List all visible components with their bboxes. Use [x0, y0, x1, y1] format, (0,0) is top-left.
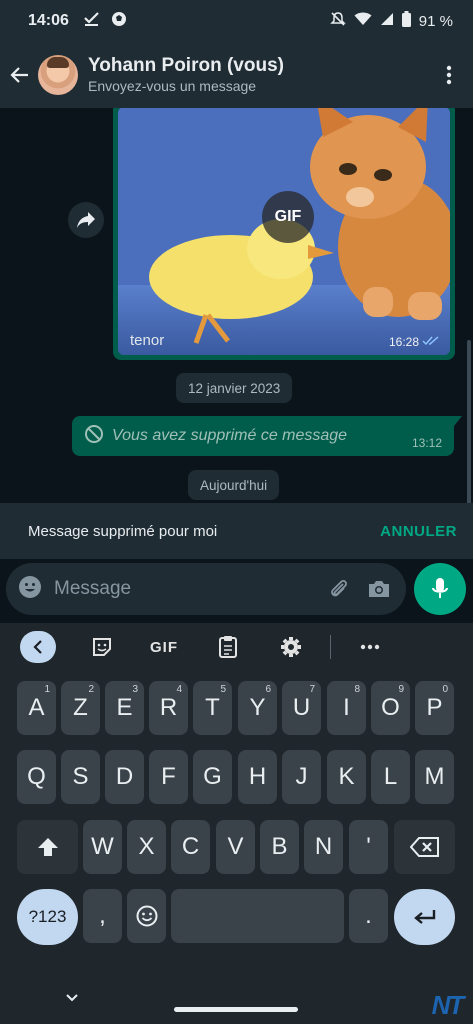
- chevron-left-icon: [33, 640, 42, 654]
- key-j[interactable]: J: [282, 750, 321, 804]
- chat-header: Yohann Poiron (vous) Envoyez-vous un mes…: [0, 42, 473, 108]
- toolbar-divider: [330, 635, 331, 659]
- deleted-message-bubble[interactable]: Vous avez supprimé ce message 13:12: [72, 416, 462, 456]
- forward-button[interactable]: [68, 202, 104, 238]
- key-g[interactable]: G: [193, 750, 232, 804]
- back-arrow-icon[interactable]: [8, 63, 32, 87]
- battery-icon: [401, 11, 411, 31]
- check-notification-icon: [83, 11, 101, 32]
- snackbar: Message supprimé pour moi ANNULER: [0, 503, 473, 559]
- attach-paperclip-icon[interactable]: [326, 576, 352, 602]
- space-key[interactable]: [171, 889, 344, 943]
- gif-button[interactable]: GIF: [144, 631, 184, 663]
- symbols-key[interactable]: ?123: [17, 889, 78, 945]
- message-input[interactable]: Message: [54, 578, 312, 600]
- deleted-message-text: Vous avez supprimé ce message: [112, 427, 348, 444]
- blocked-icon: [84, 424, 104, 449]
- compose-area: Message: [0, 559, 473, 623]
- gif-image[interactable]: GIF tenor 16:28: [118, 108, 450, 355]
- contact-name: Yohann Poiron (vous): [88, 55, 284, 76]
- emoji-icon[interactable]: [18, 575, 42, 604]
- key-t[interactable]: T5: [193, 681, 232, 735]
- key-e[interactable]: E3: [105, 681, 144, 735]
- navigation-bar: NT: [0, 985, 473, 1024]
- status-time: 14:06: [28, 12, 69, 29]
- backspace-key[interactable]: [394, 820, 455, 874]
- read-receipt-icon: [422, 335, 440, 349]
- emoji-key[interactable]: [127, 889, 166, 943]
- key-k[interactable]: K: [327, 750, 366, 804]
- watermark-logo: NT: [431, 989, 465, 1020]
- key-d[interactable]: D: [105, 750, 144, 804]
- message-meta: 16:28: [389, 335, 440, 349]
- camera-icon[interactable]: [366, 576, 392, 602]
- shift-key[interactable]: [17, 820, 78, 874]
- shift-arrow-icon: [37, 838, 58, 856]
- key-y[interactable]: Y6: [238, 681, 277, 735]
- key-c[interactable]: C: [171, 820, 210, 874]
- backspace-icon: [409, 837, 439, 857]
- date-separator: Aujourd'hui: [188, 470, 280, 500]
- key-p[interactable]: P0: [415, 681, 454, 735]
- home-gesture-pill[interactable]: [174, 1007, 298, 1012]
- key-period[interactable]: .: [349, 889, 388, 943]
- forward-icon: [77, 212, 95, 228]
- soccer-ball-icon: [111, 11, 127, 32]
- key-m[interactable]: M: [415, 750, 454, 804]
- mute-bell-icon: [329, 11, 346, 31]
- sticker-icon[interactable]: [88, 631, 116, 663]
- key-s[interactable]: S: [61, 750, 100, 804]
- keyboard: GIF A1 Z2 E3 R4 T5 Y6 U7 I8 O9 P0 Q S D …: [0, 623, 473, 1024]
- key-comma[interactable]: ,: [83, 889, 122, 943]
- key-a[interactable]: A1: [17, 681, 56, 735]
- key-h[interactable]: H: [238, 750, 277, 804]
- enter-key[interactable]: [394, 889, 455, 945]
- battery-percent: 91 %: [418, 12, 453, 30]
- chat-area[interactable]: GIF tenor 16:28 12 janvier 2023 Vous ave…: [0, 108, 473, 503]
- key-x[interactable]: X: [127, 820, 166, 874]
- gif-provider-label: tenor: [130, 332, 165, 349]
- contact-subtitle: Envoyez-vous un message: [88, 78, 257, 94]
- key-v[interactable]: V: [216, 820, 255, 874]
- message-input-bar[interactable]: Message: [6, 563, 406, 615]
- keyboard-toolbar: GIF: [0, 623, 473, 671]
- signal-icon: [380, 12, 394, 30]
- microphone-icon: [432, 578, 448, 598]
- key-i[interactable]: I8: [327, 681, 366, 735]
- settings-gear-icon[interactable]: [277, 631, 305, 663]
- more-horizontal-icon[interactable]: [356, 631, 384, 663]
- undo-button[interactable]: ANNULER: [380, 523, 457, 540]
- key-o[interactable]: O9: [371, 681, 410, 735]
- key-q[interactable]: Q: [17, 750, 56, 804]
- enter-arrow-icon: [413, 910, 435, 924]
- key-n[interactable]: N: [304, 820, 343, 874]
- gif-message-bubble[interactable]: GIF tenor 16:28: [113, 108, 455, 360]
- more-options-icon[interactable]: [437, 63, 461, 87]
- chevron-down-icon[interactable]: [62, 988, 82, 1008]
- clipboard-icon[interactable]: [214, 631, 242, 663]
- key-u[interactable]: U7: [282, 681, 321, 735]
- status-bar: 14:06 91 %: [0, 0, 473, 42]
- key-b[interactable]: B: [260, 820, 299, 874]
- key-l[interactable]: L: [371, 750, 410, 804]
- contact-info[interactable]: Yohann Poiron (vous) Envoyez-vous un mes…: [88, 55, 437, 95]
- chat-scrollbar[interactable]: [467, 340, 471, 503]
- gif-badge[interactable]: GIF: [262, 191, 314, 243]
- key-z[interactable]: Z2: [61, 681, 100, 735]
- message-time: 16:28: [388, 335, 419, 349]
- avatar[interactable]: [38, 55, 78, 95]
- key-r[interactable]: R4: [149, 681, 188, 735]
- snackbar-message: Message supprimé pour moi: [28, 522, 218, 540]
- key-apostrophe[interactable]: ': [349, 820, 388, 874]
- wifi-icon: [354, 12, 372, 30]
- collapse-toolbar-button[interactable]: [20, 631, 56, 663]
- key-f[interactable]: F: [149, 750, 188, 804]
- date-separator: 12 janvier 2023: [176, 373, 293, 403]
- message-time: 13:12: [411, 436, 442, 450]
- voice-record-button[interactable]: [414, 563, 466, 615]
- key-w[interactable]: W: [83, 820, 122, 874]
- smiley-icon: [136, 905, 157, 927]
